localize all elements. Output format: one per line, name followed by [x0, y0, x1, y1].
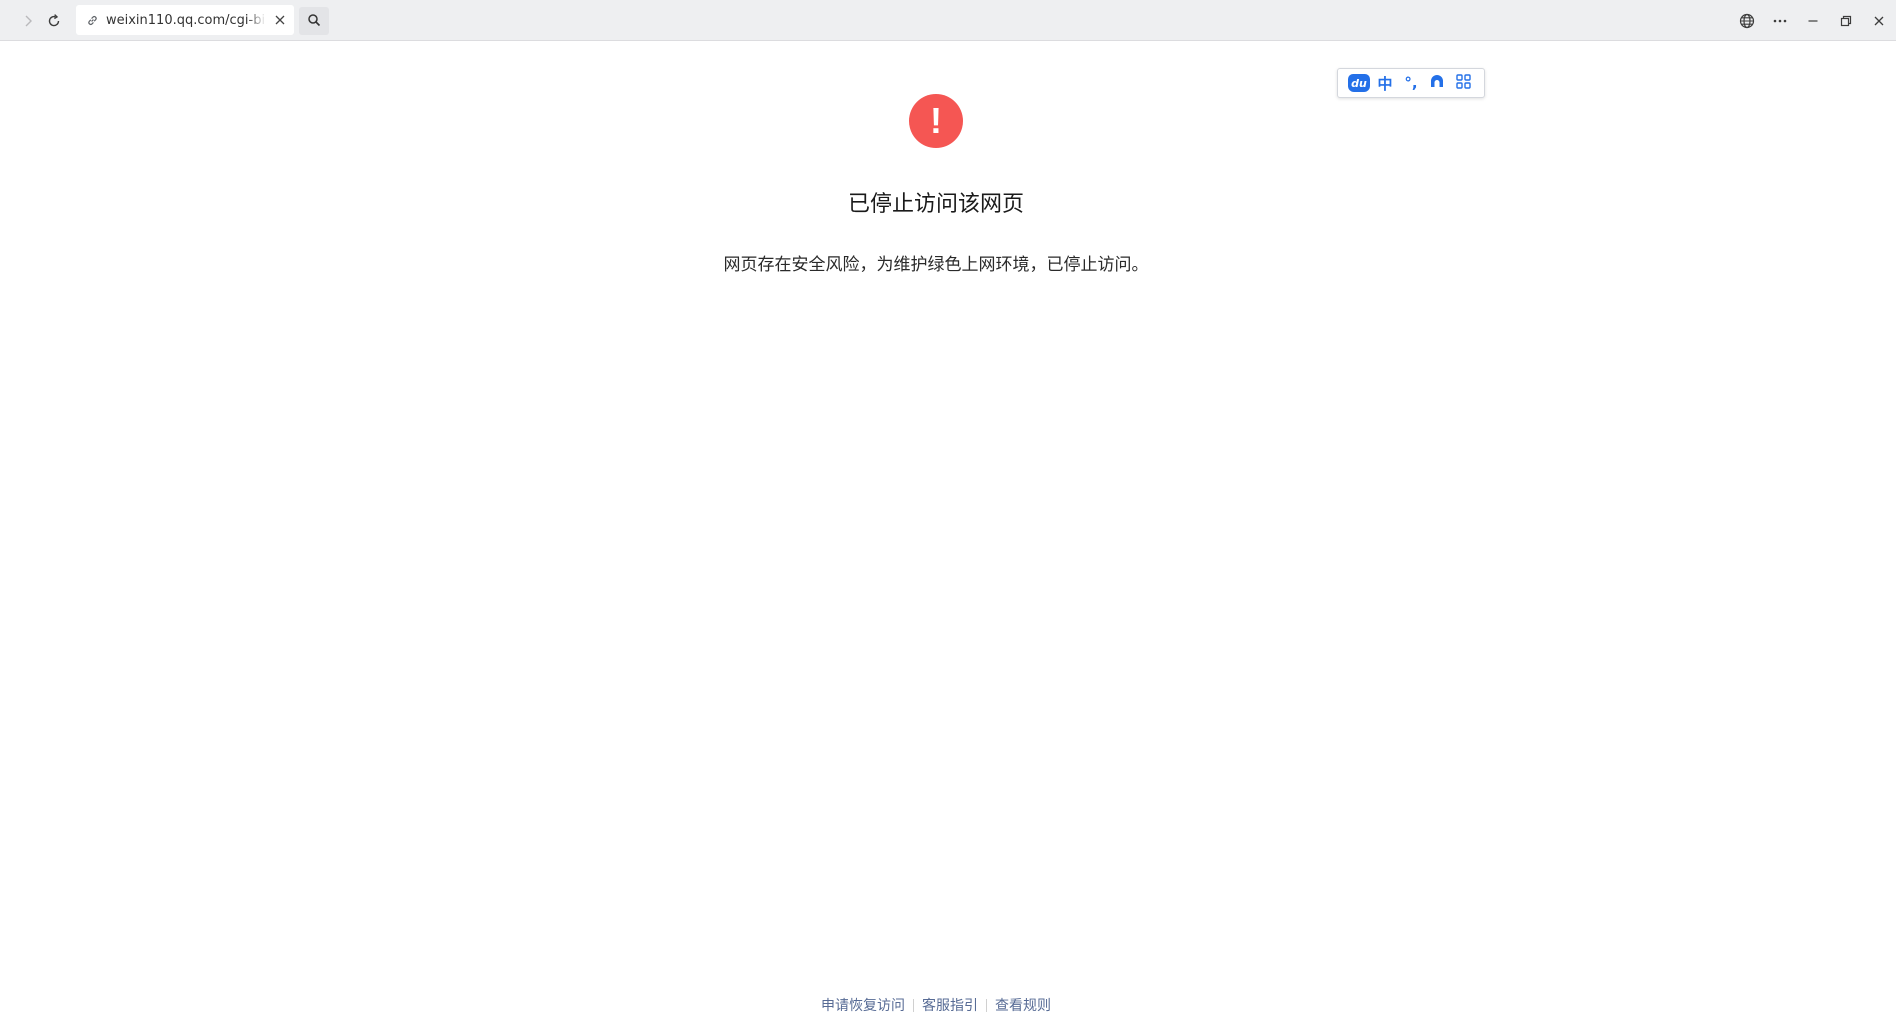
close-window-button[interactable]	[1865, 7, 1893, 35]
ime-punctuation-toggle[interactable]: °,	[1398, 71, 1424, 95]
ime-mode-toggle[interactable]: 中	[1372, 71, 1398, 95]
restore-button[interactable]	[1832, 7, 1860, 35]
footer-links: 申请恢复访问 客服指引 查看规则	[0, 995, 1872, 1015]
ime-toolbar[interactable]: du 中 °,	[1337, 68, 1485, 98]
close-icon[interactable]	[272, 12, 288, 28]
url-text[interactable]: weixin110.qq.com/cgi-bin/readtemplate?t=…	[106, 13, 266, 28]
more-menu-button[interactable]	[1766, 7, 1794, 35]
customer-service-link[interactable]: 客服指引	[914, 995, 986, 1015]
close-window-icon	[1873, 15, 1885, 27]
restore-icon	[1840, 15, 1852, 27]
translate-button[interactable]	[1733, 7, 1761, 35]
link-icon	[84, 12, 100, 28]
grid-icon	[1455, 73, 1471, 93]
search-button[interactable]	[299, 7, 329, 35]
request-restore-link[interactable]: 申请恢复访问	[813, 995, 913, 1015]
globe-icon	[1739, 13, 1755, 29]
view-rules-link[interactable]: 查看规则	[987, 995, 1059, 1015]
baidu-paw-icon: du	[1348, 74, 1370, 92]
ime-logo-button[interactable]: du	[1346, 71, 1372, 95]
page-title: 已停止访问该网页	[847, 192, 1024, 217]
skin-icon	[1429, 73, 1445, 93]
reload-icon	[46, 13, 62, 29]
reload-button[interactable]	[40, 7, 68, 35]
page-description: 网页存在安全风险，为维护绿色上网环境，已停止访问。	[723, 255, 1149, 275]
forward-button[interactable]	[14, 7, 42, 35]
chevron-right-icon	[21, 14, 35, 28]
minimize-icon	[1807, 15, 1819, 27]
ime-toolbox-button[interactable]	[1450, 71, 1476, 95]
warning-icon: !	[909, 94, 963, 148]
address-bar[interactable]: weixin110.qq.com/cgi-bin/readtemplate?t=…	[76, 5, 294, 35]
ime-skin-button[interactable]	[1424, 71, 1450, 95]
more-horizontal-icon	[1772, 13, 1788, 29]
browser-toolbar: weixin110.qq.com/cgi-bin/readtemplate?t=…	[0, 0, 1896, 41]
minimize-button[interactable]	[1799, 7, 1827, 35]
search-icon	[307, 12, 321, 31]
